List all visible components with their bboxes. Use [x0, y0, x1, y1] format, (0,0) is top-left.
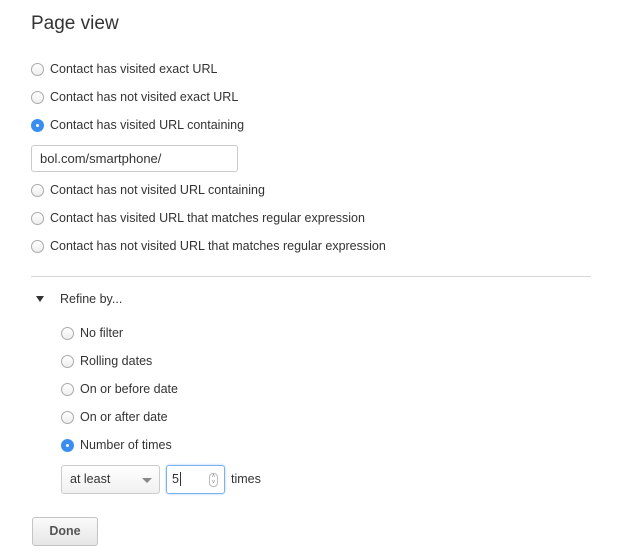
radio-label: No filter	[80, 326, 124, 340]
radio-not-visited-exact[interactable]: Contact has not visited exact URL	[31, 89, 238, 105]
radio-on-or-before[interactable]: On or before date	[61, 381, 178, 397]
refine-label: Refine by...	[60, 292, 123, 306]
divider	[31, 276, 591, 277]
radio-visited-containing[interactable]: Contact has visited URL containing	[31, 117, 244, 133]
radio-label: Contact has not visited URL containing	[50, 183, 265, 197]
radio-label: Number of times	[80, 438, 172, 452]
times-suffix: times	[231, 471, 261, 487]
comparator-select[interactable]: at least	[61, 465, 160, 494]
comparator-value: at least	[70, 472, 111, 486]
radio-label: Rolling dates	[80, 354, 153, 368]
radio-icon[interactable]	[31, 183, 44, 197]
radio-icon[interactable]	[61, 410, 74, 424]
radio-not-visited-regex[interactable]: Contact has not visited URL that matches…	[31, 238, 386, 254]
radio-visited-exact[interactable]: Contact has visited exact URL	[31, 61, 217, 77]
url-input[interactable]: bol.com/smartphone/	[31, 145, 238, 172]
radio-icon[interactable]	[31, 239, 44, 253]
page-title: Page view	[31, 13, 119, 34]
disclosure-triangle-icon[interactable]	[36, 296, 44, 302]
radio-label: On or before date	[80, 382, 178, 396]
refine-toggle[interactable]: Refine by...	[60, 291, 122, 307]
radio-icon[interactable]	[31, 211, 44, 225]
radio-icon[interactable]	[61, 326, 74, 340]
count-value: 5	[172, 472, 179, 486]
chevron-down-icon	[142, 478, 152, 483]
radio-icon[interactable]	[31, 90, 44, 104]
radio-number-of-times[interactable]: Number of times	[61, 437, 172, 453]
radio-on-or-after[interactable]: On or after date	[61, 409, 168, 425]
radio-label: Contact has not visited exact URL	[50, 90, 239, 104]
radio-label: Contact has visited URL containing	[50, 118, 245, 132]
times-label: times	[231, 472, 261, 486]
radio-label: Contact has not visited URL that matches…	[50, 239, 386, 253]
radio-label: On or after date	[80, 410, 168, 424]
radio-icon[interactable]	[61, 382, 74, 396]
count-input[interactable]: 5​ ˄˅	[166, 465, 225, 494]
stepper-icon[interactable]: ˄ ˅	[209, 473, 218, 487]
radio-label: Contact has visited exact URL	[50, 62, 218, 76]
radio-rolling-dates[interactable]: Rolling dates	[61, 353, 152, 369]
radio-icon[interactable]	[31, 118, 44, 132]
radio-icon[interactable]	[31, 62, 44, 76]
done-button[interactable]: Done	[32, 517, 98, 546]
radio-not-visited-containing[interactable]: Contact has not visited URL containing	[31, 182, 265, 198]
radio-label: Contact has visited URL that matches reg…	[50, 211, 365, 225]
radio-visited-regex[interactable]: Contact has visited URL that matches reg…	[31, 210, 365, 226]
radio-icon[interactable]	[61, 354, 74, 368]
radio-icon[interactable]	[61, 438, 74, 452]
text-cursor: ​	[179, 472, 181, 486]
radio-no-filter[interactable]: No filter	[61, 325, 123, 341]
